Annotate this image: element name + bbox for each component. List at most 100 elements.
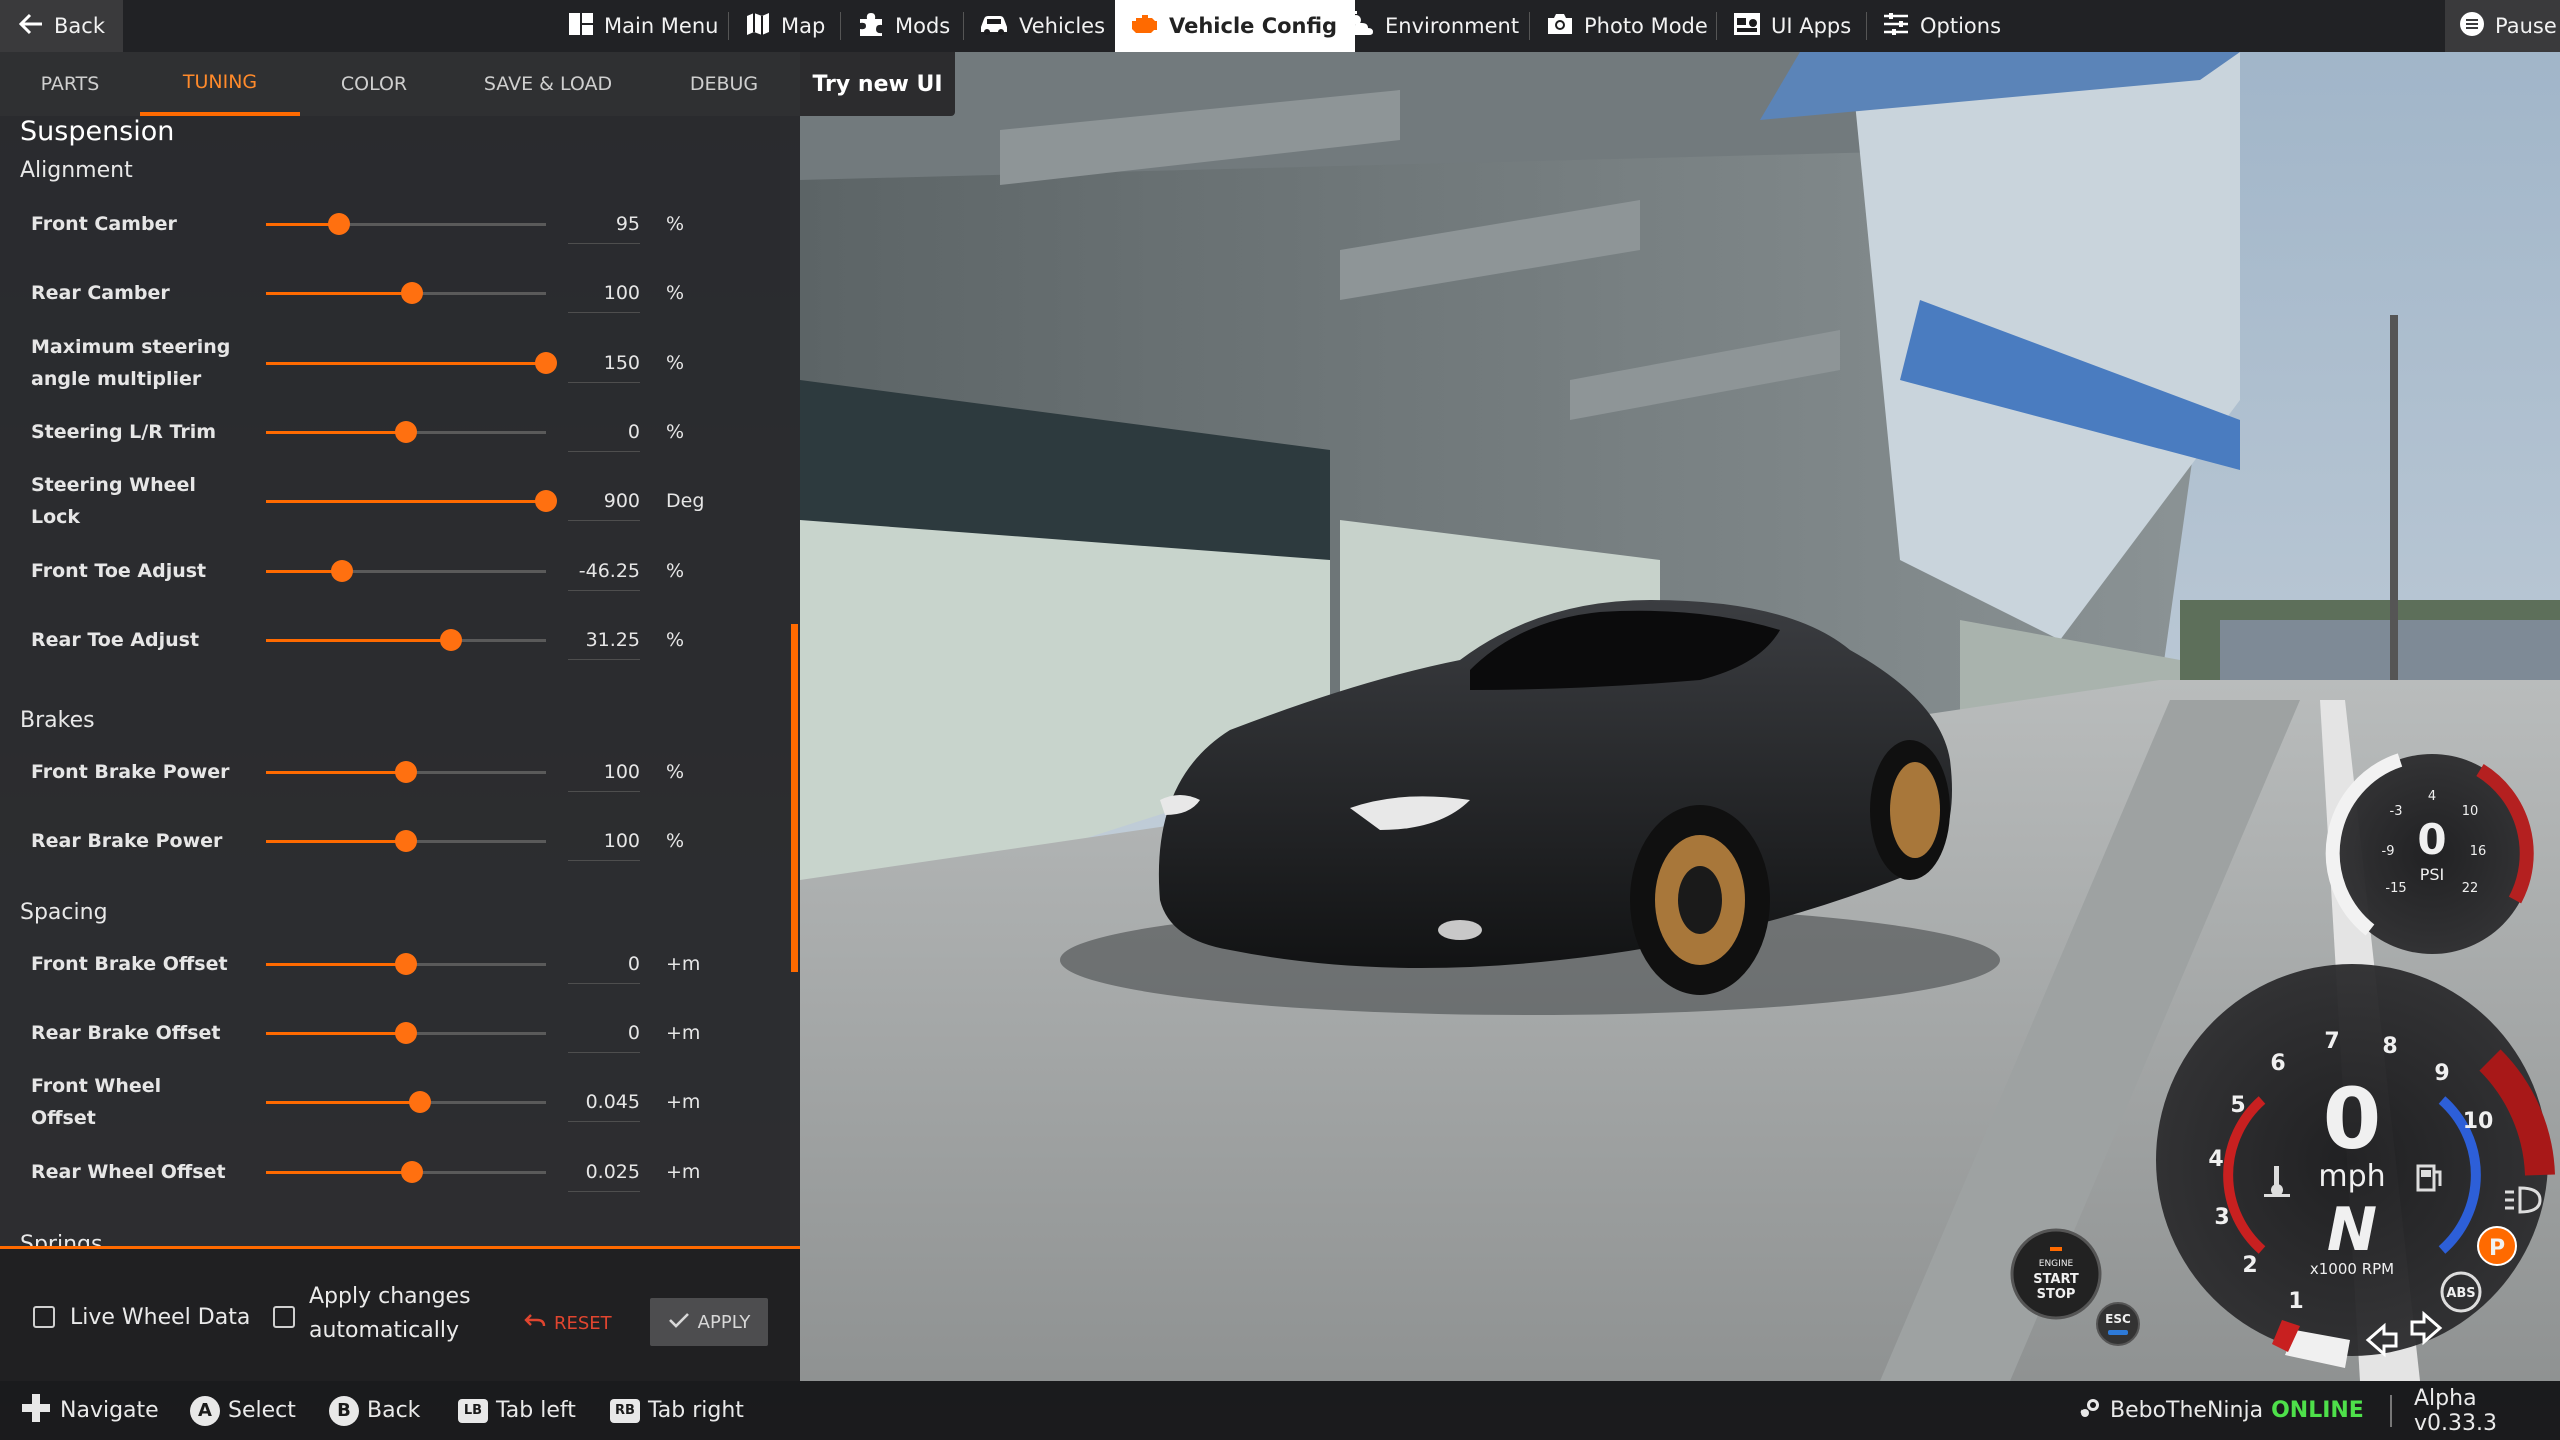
tuning-slider[interactable] [266,629,546,651]
tab-color[interactable]: COLOR [300,52,448,116]
sliders-icon [1882,12,1910,41]
tuning-value-input[interactable]: 100 [568,273,640,313]
slider-thumb[interactable] [400,282,423,304]
tab-tuning[interactable]: TUNING [140,52,300,116]
tuning-value-input[interactable]: 900 [568,481,640,521]
slider-thumb[interactable] [395,1022,417,1044]
panel-footer: Live Wheel Data Apply changes automatica… [0,1246,800,1381]
main-menu-button[interactable]: Main Menu [568,0,718,52]
slider-thumb[interactable] [535,352,557,374]
hint-navigate: Navigate [20,1381,159,1440]
tuning-row: Rear Wheel Offset 0.025 +m [0,1142,790,1202]
engine-icon [1129,12,1159,41]
tuning-value-input[interactable]: 100 [568,821,640,861]
options-button[interactable]: Options [1882,0,2001,52]
apply-button[interactable]: APPLY [650,1298,768,1346]
tuning-slider[interactable] [266,560,546,582]
tab-save-load[interactable]: SAVE & LOAD [448,52,648,116]
mods-label: Mods [895,14,951,38]
tuning-value-input[interactable]: -46.25 [568,551,640,591]
tuning-row-label: Front Wheel Offset [31,1074,162,1129]
tab-parts[interactable]: PARTS [0,52,140,116]
tuning-row-label: Rear Wheel Offset [31,1160,226,1183]
tuning-unit: % [666,282,685,304]
tuning-row: Steering L/R Trim 0% [0,402,790,462]
camera-icon [1546,12,1574,41]
photo-mode-button[interactable]: Photo Mode [1546,0,1708,52]
pause-label: Pause [2495,14,2557,38]
back-hint-label: Back [367,1398,421,1423]
tuning-row-label: Maximum steering angle multiplier [31,335,231,390]
ui-apps-button[interactable]: UI Apps [1733,0,1851,52]
select-label: Select [228,1398,296,1423]
pause-button[interactable]: Pause [2445,0,2560,52]
slider-thumb[interactable] [439,629,462,651]
hint-tab-left: LB Tab left [458,1381,576,1440]
user-status[interactable]: BeboTheNinja ONLINE [2078,1381,2364,1440]
vehicle-config-label: Vehicle Config [1169,14,1338,38]
back-label: Back [54,14,105,38]
slider-thumb[interactable] [395,421,417,443]
slider-thumb[interactable] [327,213,350,235]
tuning-value-input[interactable]: 0.025 [568,1152,640,1192]
tuning-slider[interactable] [266,1161,546,1183]
tab-left-label: Tab left [496,1398,576,1423]
tuning-list: Suspension Alignment Brakes Spacing Spri… [0,116,800,1246]
tab-debug[interactable]: DEBUG [648,52,800,116]
try-new-ui-button[interactable]: Try new UI [800,52,955,116]
tuning-value-input[interactable]: 150 [568,343,640,383]
tuning-value-input[interactable]: 100 [568,752,640,792]
tuning-unit: % [666,421,685,443]
tuning-value-input[interactable]: 0 [568,412,640,452]
tuning-slider[interactable] [266,490,557,512]
slider-thumb[interactable] [395,953,417,975]
tuning-row: Rear Brake Power 100% [0,811,790,871]
back-button[interactable]: Back [0,0,123,52]
tuning-slider[interactable] [266,953,546,975]
map-label: Map [781,14,826,38]
slider-fill [266,1171,412,1174]
tuning-slider[interactable] [266,1022,546,1044]
tuning-slider[interactable] [266,352,557,374]
tuning-value-input[interactable]: 0 [568,944,640,984]
tuning-row: Front Camber 95% [0,194,790,254]
tuning-slider[interactable] [266,282,546,304]
tab-right-label: Tab right [648,1398,744,1423]
group-title-brakes: Brakes [20,708,95,733]
online-status: ONLINE [2271,1398,2364,1423]
tuning-value-input[interactable]: 0.045 [568,1082,640,1122]
config-tabs: PARTS TUNING COLOR SAVE & LOAD DEBUG [0,52,800,116]
tuning-row-label: Steering Wheel Lock [31,473,196,528]
map-button[interactable]: Map [745,0,825,52]
live-wheel-data-checkbox[interactable] [33,1306,55,1328]
reset-label: RESET [554,1312,612,1334]
vehicle-config-button[interactable]: Vehicle Config [1115,0,1356,52]
tuning-value-input[interactable]: 0 [568,1013,640,1053]
slider-thumb[interactable] [330,560,353,582]
vehicles-button[interactable]: Vehicles [979,0,1105,52]
scrollbar-thumb[interactable] [791,624,798,972]
group-title-spacing: Spacing [20,900,108,925]
tuning-slider[interactable] [266,830,546,852]
tuning-slider[interactable] [266,213,546,235]
environment-button[interactable]: Environment [1345,0,1519,52]
reset-button[interactable]: RESET [524,1303,612,1343]
tuning-unit: +m [666,1022,701,1044]
tuning-row: Maximum steering angle multiplier 150% [0,333,790,393]
tuning-slider[interactable] [266,1091,546,1113]
slider-thumb[interactable] [400,1161,423,1183]
tuning-unit: +m [666,1091,701,1113]
tuning-row: Rear Camber 100% [0,263,790,323]
slider-thumb[interactable] [409,1091,431,1113]
tuning-slider[interactable] [266,421,546,443]
apply-automatically-checkbox[interactable] [273,1306,295,1328]
tuning-value-input[interactable]: 31.25 [568,620,640,660]
slider-thumb[interactable] [395,830,417,852]
tuning-row: Steering Wheel Lock 900 Deg [0,471,790,531]
mods-button[interactable]: Mods [857,0,950,52]
tuning-value-input[interactable]: 95 [568,204,640,244]
slider-thumb[interactable] [395,761,417,783]
steam-icon [2078,1396,2102,1426]
slider-thumb[interactable] [535,490,557,512]
tuning-slider[interactable] [266,761,546,783]
